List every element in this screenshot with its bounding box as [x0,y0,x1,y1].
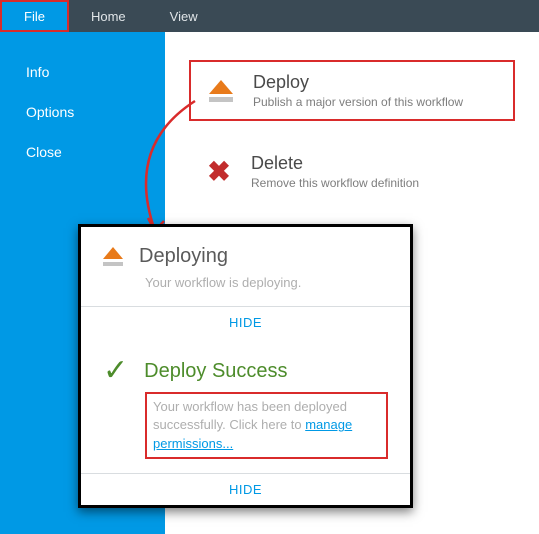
tab-home[interactable]: Home [69,0,148,32]
deploying-title: Deploying [139,245,228,268]
success-hide-button[interactable]: HIDE [81,473,410,505]
deploying-desc: Your workflow is deploying. [145,274,388,292]
deploy-icon [205,80,237,102]
deploy-popup: Deploying Your workflow is deploying. HI… [78,224,413,508]
tab-view[interactable]: View [148,0,220,32]
check-icon: ✓ [103,356,128,386]
deploy-subtitle: Publish a major version of this workflow [253,95,463,109]
delete-title: Delete [251,153,419,174]
success-card: ✓ Deploy Success Your workflow has been … [81,338,410,473]
deploying-card: Deploying Your workflow is deploying. [81,227,410,306]
sidebar-item-close[interactable]: Close [0,132,165,172]
sidebar-item-options[interactable]: Options [0,92,165,132]
delete-action[interactable]: ✖ Delete Remove this workflow definition [189,143,515,200]
deploy-action[interactable]: Deploy Publish a major version of this w… [189,60,515,121]
sidebar-item-info[interactable]: Info [0,52,165,92]
topbar: File Home View [0,0,539,32]
success-title: Deploy Success [144,360,287,383]
delete-subtitle: Remove this workflow definition [251,176,419,190]
deploying-hide-button[interactable]: HIDE [81,306,410,338]
deploy-icon [103,247,123,266]
deploy-title: Deploy [253,72,463,93]
delete-icon: ✖ [203,158,235,186]
success-desc: Your workflow has been deployed successf… [145,392,388,459]
tab-file[interactable]: File [0,0,69,32]
